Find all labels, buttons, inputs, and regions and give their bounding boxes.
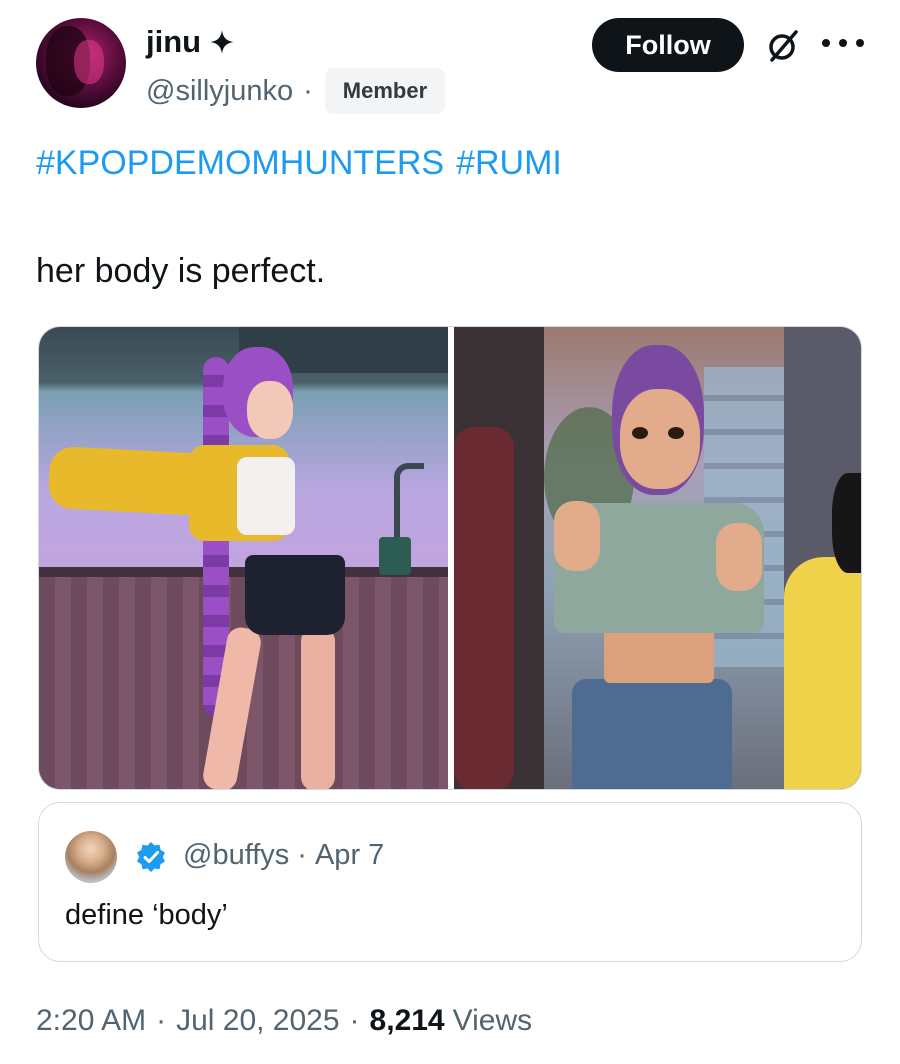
- quote-date[interactable]: Apr 7: [315, 839, 384, 872]
- handle-separator: ·: [303, 74, 313, 107]
- follow-button[interactable]: Follow: [592, 18, 744, 72]
- quote-avatar[interactable]: [65, 831, 117, 883]
- author-handle-row: @sillyjunko · Member: [146, 68, 446, 114]
- quoted-post[interactable]: @buffys · Apr 7 define ‘body’: [38, 802, 862, 962]
- image-eye: [668, 427, 684, 439]
- image-hand: [716, 523, 762, 591]
- grok-slash-icon[interactable]: [764, 26, 804, 66]
- post-header: jinu @sillyjunko · Member Follow: [36, 16, 866, 116]
- media-image-left[interactable]: [39, 327, 448, 789]
- post-footer: 2:20 AM · Jul 20, 2025 · 8,214 Views: [36, 1004, 532, 1038]
- author-avatar[interactable]: [36, 18, 126, 108]
- quote-meta: @buffys · Apr 7: [183, 839, 384, 872]
- post-date[interactable]: Jul 20, 2025: [176, 1004, 339, 1038]
- image-hoodie: [784, 557, 861, 789]
- more-dot: [856, 39, 864, 47]
- verified-badge-icon: [137, 842, 165, 872]
- views-count[interactable]: 8,214: [370, 1004, 445, 1038]
- views-label: Views: [452, 1004, 533, 1037]
- post-media: [38, 326, 862, 790]
- avatar-glow: [74, 40, 104, 84]
- hashtag-link[interactable]: #RUMI: [456, 144, 562, 183]
- image-eye: [632, 427, 648, 439]
- author-name-row: jinu: [146, 24, 235, 60]
- image-shorts: [245, 555, 345, 635]
- quote-separator: ·: [297, 839, 307, 871]
- image-top: [237, 457, 295, 535]
- post-text: her body is perfect.: [36, 252, 326, 290]
- post-time[interactable]: 2:20 AM: [36, 1004, 146, 1038]
- more-dot: [839, 39, 847, 47]
- quote-text: define ‘body’: [65, 899, 228, 931]
- image-side-hair: [832, 473, 861, 573]
- image-midriff: [604, 627, 714, 683]
- image-face: [620, 389, 700, 489]
- image-side-character: [454, 427, 514, 789]
- quote-handle[interactable]: @buffys: [183, 839, 289, 872]
- image-jeans: [572, 679, 732, 789]
- footer-separator: ·: [349, 1004, 360, 1037]
- more-dots-icon[interactable]: [822, 36, 864, 50]
- media-image-right[interactable]: [454, 327, 861, 789]
- image-mug: [379, 537, 411, 575]
- sparkle-icon: [210, 30, 235, 54]
- member-badge: Member: [324, 68, 446, 114]
- footer-separator: ·: [156, 1004, 167, 1037]
- post-hashtags: #KPOPDEMOMHUNTERS #RUMI: [36, 144, 562, 183]
- image-hand: [554, 501, 600, 571]
- author-handle[interactable]: @sillyjunko: [146, 75, 293, 108]
- author-display-name[interactable]: jinu: [146, 24, 201, 60]
- hashtag-link[interactable]: #KPOPDEMOMHUNTERS: [36, 144, 444, 183]
- image-face: [247, 381, 293, 439]
- more-dot: [822, 39, 830, 47]
- image-leg: [301, 627, 335, 789]
